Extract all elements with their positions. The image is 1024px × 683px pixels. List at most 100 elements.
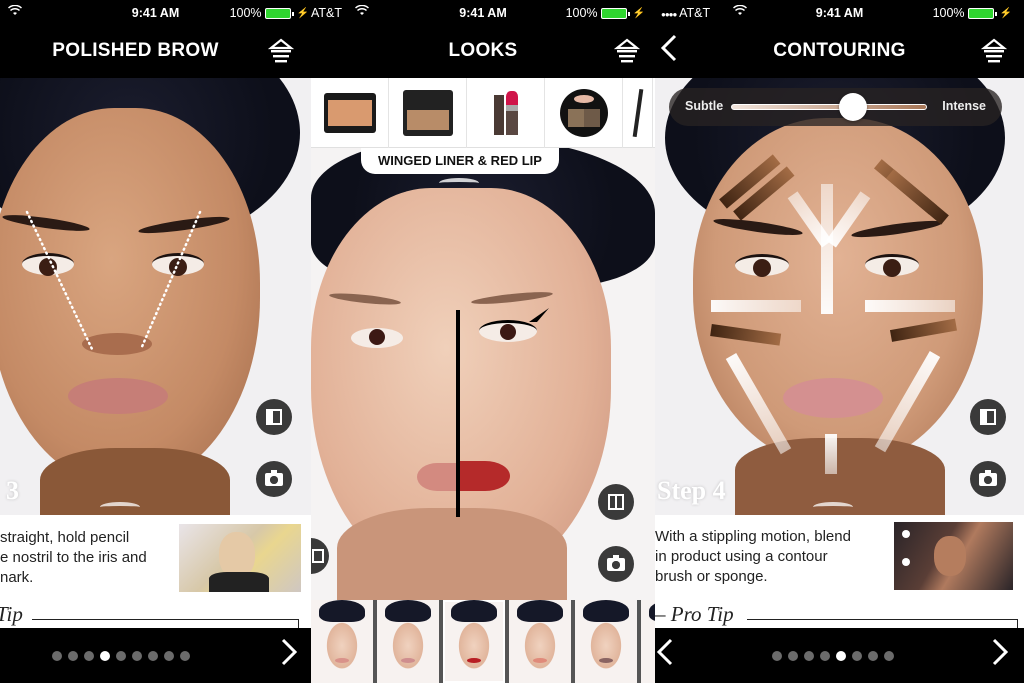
prev-button[interactable] [656,638,673,672]
page-indicator [772,651,894,661]
tray-menu-button[interactable] [267,38,295,64]
lips [783,378,883,418]
compare-button[interactable] [970,399,1006,435]
pull-up-handle[interactable] [813,502,853,512]
page-title: CONTOURING [773,40,906,61]
page-dot[interactable] [772,651,782,661]
battery-indicator: 100% ⚡ [933,6,1012,20]
tray-menu-button[interactable] [613,38,641,64]
look-lip-swatch [335,658,349,663]
status-bar: ●●●● AT&T 9:41 AM 100% ⚡ [655,0,1024,26]
look-lip-swatch [467,658,481,663]
nav-bar: CONTOURING [655,26,1024,78]
page-dot-active[interactable] [836,651,846,661]
next-button[interactable] [992,638,1009,672]
page-dot[interactable] [868,651,878,661]
page-title: LOOKS [448,40,518,61]
pro-tip-divider [747,619,1018,620]
camera-button[interactable] [598,546,634,582]
product-lipstick[interactable] [467,78,545,148]
page-dot[interactable] [68,651,78,661]
instruction-line: in product using a contour [655,548,828,565]
pro-tip-label: – Pro Tip [655,602,734,626]
screen-looks: AT&T 9:41 AM 100% ⚡ LOOKS WINGED LINER &… [311,0,655,683]
look-thumbnail[interactable] [509,600,571,683]
battery-icon [264,7,294,19]
video-thumbnail[interactable] [894,522,1013,590]
look-thumbnail[interactable] [377,600,439,683]
pull-up-handle[interactable] [100,502,140,512]
instruction-text: With a stippling motion, blend in produc… [655,527,851,587]
look-lip-swatch [401,658,415,663]
charging-bolt-icon: ⚡ [296,7,309,19]
face-photo-contour: Step 4 [655,78,1024,515]
look-lip-swatch [599,658,613,663]
product-brow-duo[interactable] [545,78,623,148]
screen-contouring: ●●●● AT&T 9:41 AM 100% ⚡ CONTOURING Step… [655,0,1024,683]
slider-max-label: Intense [942,99,986,113]
page-dot[interactable] [84,651,94,661]
battery-icon [967,7,997,19]
look-thumbnail[interactable] [575,600,637,683]
page-dot[interactable] [180,651,190,661]
highlight-arrow-nose [821,184,833,314]
highlight-arrow-chin [825,434,837,474]
pro-tip-text: Pro Tip [670,602,734,626]
product-carousel [311,78,655,148]
camera-button[interactable] [970,461,1006,497]
look-thumbnail[interactable] [311,600,373,683]
share-icon [312,549,324,563]
page-dot[interactable] [164,651,174,661]
page-dot[interactable] [820,651,830,661]
page-dot[interactable] [804,651,814,661]
slider-thumb[interactable] [838,93,867,121]
tip-panel: straight, hold pencil e nostril to the i… [0,515,311,629]
compare-button[interactable] [598,484,634,520]
left-eye [351,328,403,348]
look-name-tab[interactable]: WINGED LINER & RED LIP [361,148,559,174]
instruction-line: nark. [0,569,34,586]
page-dot-active[interactable] [100,651,110,661]
face-photo: 3 [0,78,311,515]
battery-icon [600,7,630,19]
instruction-text: straight, hold pencil e nostril to the i… [0,528,147,588]
look-thumbnail-selected[interactable] [443,600,505,683]
camera-icon [607,554,625,571]
looks-carousel [311,600,655,683]
winged-liner [529,308,549,322]
video-thumbnail[interactable] [179,524,301,592]
page-dot[interactable] [116,651,126,661]
next-button[interactable] [281,638,298,672]
page-dot[interactable] [52,651,62,661]
product-blush-compact[interactable] [311,78,389,148]
charging-bolt-icon: ⚡ [999,7,1012,19]
right-eye-winged [479,320,537,342]
look-thumbnail[interactable] [641,600,655,683]
product-bronzer-compact[interactable] [389,78,467,148]
page-dot[interactable] [148,651,158,661]
screen-polished-brow: 9:41 AM 100% ⚡ POLISHED BROW 3 straight,… [0,0,311,683]
slider-track[interactable] [731,104,927,110]
product-eyeliner[interactable] [623,78,653,148]
page-title: POLISHED BROW [52,40,219,61]
chevron-right-icon [992,638,1009,666]
instruction-line: e nostril to the iris and [0,549,147,566]
compare-split-handle[interactable] [456,310,460,517]
chevron-right-icon [281,638,298,666]
tray-menu-button[interactable] [980,38,1008,64]
highlight-arrow-undereye-left [711,300,801,312]
page-dot[interactable] [852,651,862,661]
bottom-bar [0,628,311,683]
instruction-line: With a stippling motion, blend [655,528,851,545]
compare-button[interactable] [256,399,292,435]
camera-button[interactable] [256,461,292,497]
page-dot[interactable] [788,651,798,661]
look-lip-swatch [533,658,547,663]
page-dot[interactable] [132,651,142,661]
pull-down-handle[interactable] [439,178,479,188]
page-dot[interactable] [884,651,894,661]
battery-indicator: 100% ⚡ [566,6,645,20]
battery-percent: 100% [565,6,598,20]
brow-guide-lines [25,210,202,351]
lip-red [460,461,510,491]
